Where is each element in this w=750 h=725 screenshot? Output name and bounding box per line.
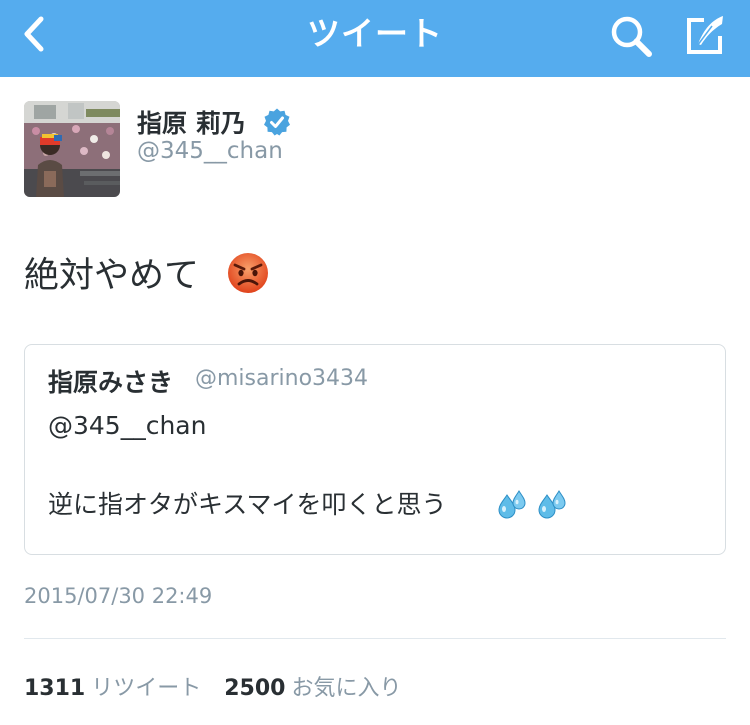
favorite-count-link[interactable]: 2500 お気に入り bbox=[224, 670, 401, 702]
quoted-tweet-card[interactable]: 指原みさき @misarino3434 @345__chan 逆に指オタがキスマ… bbox=[24, 344, 726, 555]
tweet-timestamp: 2015/07/30 22:49 bbox=[24, 584, 213, 608]
avatar[interactable] bbox=[24, 101, 120, 197]
verified-badge-icon bbox=[264, 108, 290, 136]
favorite-count: 2500 bbox=[224, 676, 286, 701]
retweet-count: 1311 bbox=[24, 676, 86, 701]
retweet-label: リツイート bbox=[91, 676, 202, 701]
divider bbox=[24, 638, 726, 639]
tweet-stats: 1311 リツイート 2500 お気に入り bbox=[24, 670, 402, 702]
retweet-count-link[interactable]: 1311 リツイート bbox=[24, 670, 201, 702]
sweat-droplets-icon bbox=[538, 490, 566, 519]
quoted-author-name: 指原みさき bbox=[48, 368, 174, 397]
nav-bar: ツイート bbox=[0, 0, 750, 77]
favorite-label: お気に入り bbox=[291, 676, 402, 701]
tweet-detail: 指原 莉乃 @345__chan 絶対やめて 指原みさき @misarino34… bbox=[0, 77, 750, 725]
tweet-text: 絶対やめて bbox=[24, 256, 200, 296]
quoted-author-handle: @misarino3434 bbox=[195, 366, 369, 391]
author-name[interactable]: 指原 莉乃 bbox=[137, 104, 246, 140]
compose-icon[interactable] bbox=[682, 12, 728, 58]
quoted-tweet-text: 逆に指オタがキスマイを叩くと思う bbox=[48, 490, 447, 519]
author-handle[interactable]: @345__chan bbox=[137, 138, 283, 164]
sweat-droplets-icon bbox=[498, 490, 526, 519]
quoted-reply-mention: @345__chan bbox=[48, 411, 207, 440]
angry-face-icon bbox=[228, 253, 268, 293]
search-icon[interactable] bbox=[608, 13, 654, 59]
